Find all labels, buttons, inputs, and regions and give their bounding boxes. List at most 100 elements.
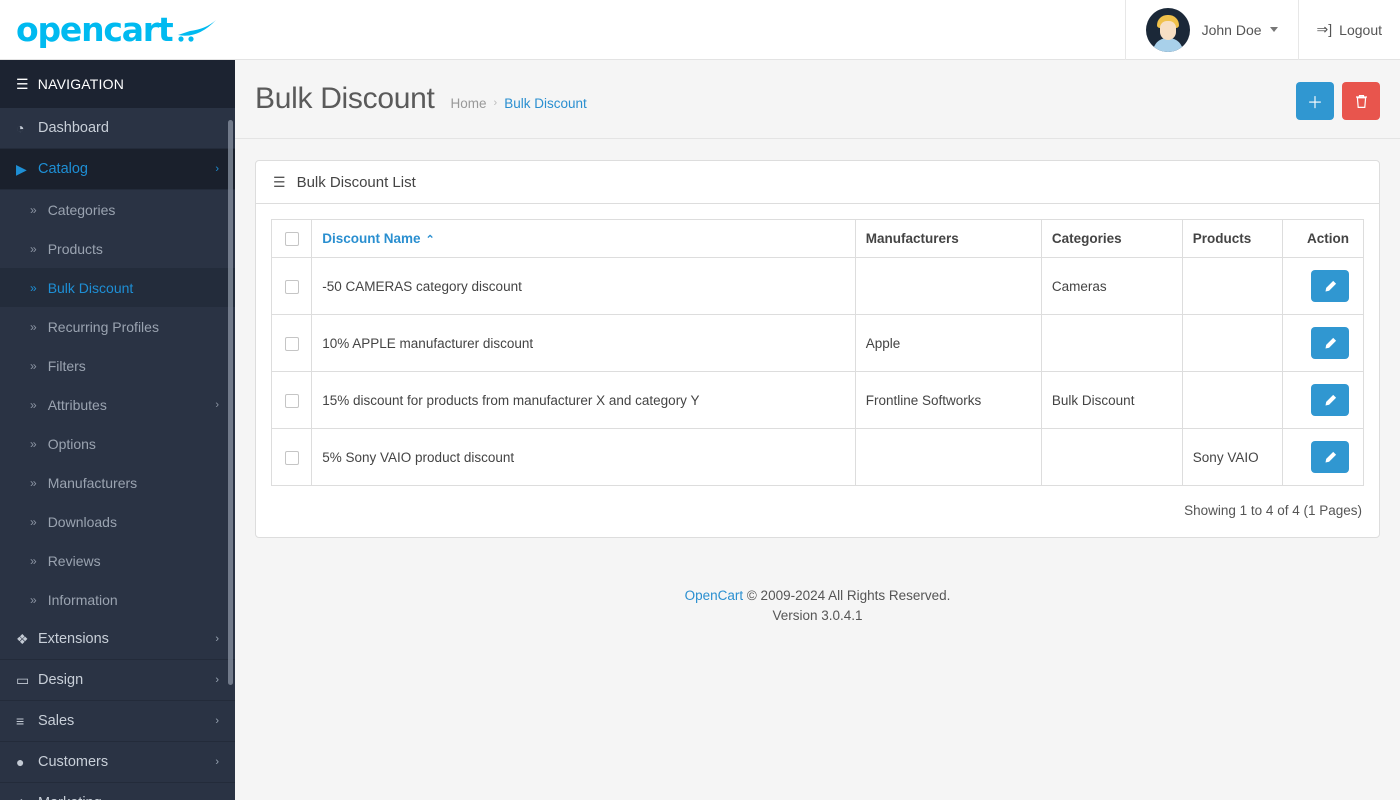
sidebar-subitem-options[interactable]: »Options [0, 424, 235, 463]
sidebar-item-label: Sales [38, 713, 215, 729]
user-icon: ● [16, 754, 38, 770]
sidebar-subitem-attributes[interactable]: » Attributes› [0, 385, 235, 424]
sidebar-item-customers[interactable]: ●Customers› [0, 742, 235, 783]
table-row: -50 CAMERAS category discountCameras [272, 258, 1364, 315]
sidebar-item-sales[interactable]: ≡Sales› [0, 701, 235, 742]
cell-discount-name: -50 CAMERAS category discount [312, 258, 855, 315]
sidebar-subitem-categories[interactable]: » Categories [0, 190, 235, 229]
edit-button[interactable] [1311, 441, 1349, 473]
sidebar-subitem-information[interactable]: »Information [0, 580, 235, 619]
cell-categories [1041, 315, 1182, 372]
sidebar-subitem-recurring-profiles[interactable]: » Recurring Profiles [0, 307, 235, 346]
chevron-right-icon: › [215, 633, 219, 645]
sidebar-subitem-label: Filters [48, 358, 219, 374]
footer-version: Version 3.0.4.1 [235, 606, 1400, 626]
row-checkbox[interactable] [285, 451, 299, 465]
sidebar-subitem-label: Information [48, 592, 219, 608]
sidebar-subitem-manufacturers[interactable]: »Manufacturers [0, 463, 235, 502]
select-all-checkbox[interactable] [285, 232, 299, 246]
sidebar-subitem-reviews[interactable]: »Reviews [0, 541, 235, 580]
opencart-link[interactable]: OpenCart [685, 588, 744, 603]
cell-products: Sony VAIO [1182, 429, 1283, 486]
add-new-button[interactable]: ＋ [1296, 82, 1334, 120]
breadcrumb-item[interactable]: Bulk Discount [504, 96, 587, 111]
page-actions: ＋ [1296, 78, 1380, 120]
chevron-double-right-icon: » [30, 320, 37, 334]
pencil-icon [1324, 337, 1337, 350]
row-checkbox[interactable] [285, 337, 299, 351]
table-body: -50 CAMERAS category discountCameras10% … [272, 258, 1364, 486]
breadcrumb-separator: › [494, 97, 498, 109]
navigation-header-label: NAVIGATION [38, 76, 124, 92]
hamburger-icon: ☰ [16, 76, 29, 93]
sidebar-subitem-label: Downloads [48, 514, 219, 530]
cell-products [1182, 258, 1283, 315]
sidebar-subitem-filters[interactable]: » Filters [0, 346, 235, 385]
logout-label: Logout [1339, 22, 1382, 38]
sidebar-subitem-label: Bulk Discount [48, 280, 219, 296]
cell-manufacturers [855, 429, 1041, 486]
panel-title: Bulk Discount List [297, 174, 416, 191]
top-header: opencart John Doe ⇒] Logout [0, 0, 1400, 60]
sidebar-subitem-label: Attributes [48, 397, 216, 413]
page-header: Bulk Discount Home › Bulk Discount ＋ [235, 60, 1400, 139]
pencil-icon [1324, 280, 1337, 293]
chevron-right-icon: › [215, 399, 219, 411]
sidebar-item-design[interactable]: ▭Design› [0, 660, 235, 701]
sidebar-subitem-bulk-discount[interactable]: » Bulk Discount [0, 268, 235, 307]
footer-copyright: OpenCart © 2009-2024 All Rights Reserved… [235, 586, 1400, 606]
sidebar-item-label: Customers [38, 754, 215, 770]
row-select-cell [272, 372, 312, 429]
sidebar-scrollbar[interactable] [228, 120, 233, 685]
table-header: Discount Name⌃ Manufacturers Categories … [272, 220, 1364, 258]
sidebar-subitem-products[interactable]: »Products [0, 229, 235, 268]
user-menu[interactable]: John Doe [1125, 0, 1299, 60]
table-header-row: Discount Name⌃ Manufacturers Categories … [272, 220, 1364, 258]
edit-button[interactable] [1311, 270, 1349, 302]
sidebar-item-label: Design [38, 672, 215, 688]
edit-button[interactable] [1311, 384, 1349, 416]
cell-action [1283, 372, 1364, 429]
navigation-header[interactable]: ☰ NAVIGATION [0, 60, 235, 108]
row-checkbox[interactable] [285, 280, 299, 294]
cell-manufacturers: Apple [855, 315, 1041, 372]
chevron-double-right-icon: » [30, 437, 37, 451]
breadcrumb: Home › Bulk Discount [451, 88, 587, 111]
chevron-double-right-icon: » [30, 398, 37, 412]
chevron-double-right-icon: » [30, 281, 37, 295]
page-title: Bulk Discount [255, 82, 435, 116]
dashboard-icon: ◔ [16, 120, 38, 136]
delete-button[interactable] [1342, 82, 1380, 120]
sidebar-subitem-label: Recurring Profiles [48, 319, 219, 335]
sidebar-item-dashboard[interactable]: ◔Dashboard [0, 108, 235, 149]
chevron-right-icon: › [215, 715, 219, 727]
sidebar-subitem-label: Categories [48, 202, 219, 218]
column-select-all [272, 220, 312, 258]
sidebar-subitem-downloads[interactable]: »Downloads [0, 502, 235, 541]
column-products: Products [1182, 220, 1283, 258]
column-categories: Categories [1041, 220, 1182, 258]
breadcrumb-item[interactable]: Home [451, 96, 487, 111]
chevron-double-right-icon: » [30, 359, 37, 373]
pagination-info: Showing 1 to 4 of 4 (1 Pages) [271, 486, 1364, 522]
chevron-double-right-icon: » [30, 242, 37, 256]
footer: OpenCart © 2009-2024 All Rights Reserved… [235, 538, 1400, 625]
sidebar-item-catalog[interactable]: ▶Catalog› [0, 149, 235, 190]
logout-icon: ⇒] [1317, 21, 1333, 38]
sort-asc-icon: ⌃ [426, 234, 435, 246]
chevron-right-icon: › [215, 756, 219, 768]
logo[interactable]: opencart [0, 0, 235, 60]
chevron-double-right-icon: » [30, 476, 37, 490]
pencil-icon [1324, 451, 1337, 464]
chevron-double-right-icon: » [30, 203, 37, 217]
sort-discount-name-link[interactable]: Discount Name [322, 231, 420, 246]
sidebar-item-marketing[interactable]: ◆Marketing› [0, 783, 235, 800]
main-content: Bulk Discount Home›Bulk Discount ＋ ☰ Bul… [235, 60, 1400, 800]
sidebar-item-extensions[interactable]: ❖Extensions› [0, 619, 235, 660]
logout-button[interactable]: ⇒] Logout [1299, 0, 1400, 60]
header-right: John Doe ⇒] Logout [1125, 0, 1400, 60]
row-checkbox[interactable] [285, 394, 299, 408]
cell-action [1283, 315, 1364, 372]
panel-body: Discount Name⌃ Manufacturers Categories … [256, 204, 1379, 537]
edit-button[interactable] [1311, 327, 1349, 359]
